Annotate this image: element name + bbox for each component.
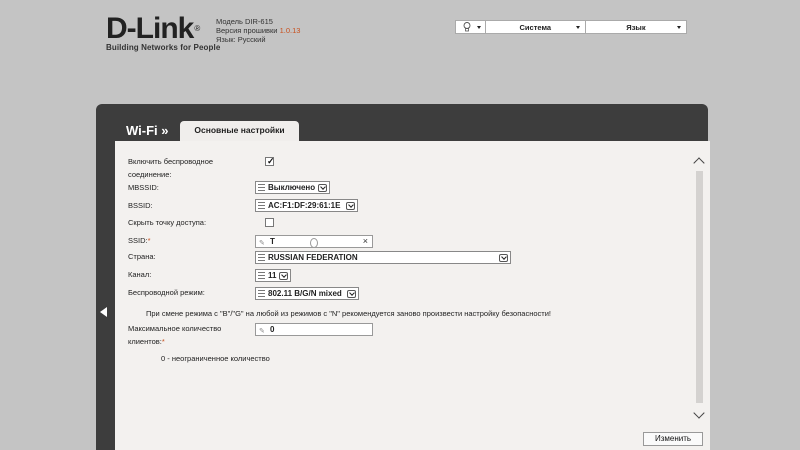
language-info: Язык: Русский <box>216 35 266 44</box>
lightbulb-icon <box>463 22 471 32</box>
list-icon <box>258 184 265 191</box>
change-button[interactable]: Изменить <box>643 432 703 446</box>
enable-wireless-label: Включить беспроводное соединение: <box>128 157 214 179</box>
mouse-cursor <box>310 238 318 248</box>
logo-text: D-Link <box>106 12 194 45</box>
list-icon <box>258 202 265 209</box>
back-arrow-icon[interactable] <box>100 307 107 317</box>
language-menu-label: Язык <box>626 22 646 32</box>
hide-ap-label: Скрыть точку доступа: <box>128 218 207 227</box>
hide-ap-checkbox[interactable] <box>265 218 274 227</box>
firmware-version: 1.0.13 <box>279 26 301 35</box>
country-select[interactable]: RUSSIAN FEDERATION <box>255 251 511 264</box>
pencil-icon: ✎ <box>259 240 265 247</box>
mbssid-label: MBSSID: <box>128 183 159 192</box>
wireless-mode-label: Беспроводной режим: <box>128 288 205 297</box>
firmware-label: Версия прошивки <box>216 26 278 35</box>
max-clients-hint: 0 - неограниченное количество <box>161 354 270 363</box>
checkmark-icon: ✓ <box>267 156 275 166</box>
device-info: Модель DIR-615 Версия прошивки 1.0.13 Яз… <box>216 17 300 44</box>
max-clients-input[interactable]: ✎ 0 <box>255 323 373 336</box>
list-icon <box>258 272 265 279</box>
chevron-down-icon <box>318 184 327 192</box>
channel-select[interactable]: 11 <box>255 269 291 282</box>
max-clients-label: Максимальное количество клиентов:* <box>128 324 222 346</box>
chevron-down-icon <box>347 290 356 298</box>
country-label: Страна: <box>128 252 156 261</box>
page-title: Wi-Fi » <box>126 123 169 138</box>
clear-icon[interactable]: × <box>363 236 368 247</box>
model-label: Модель DIR-615 <box>216 17 273 26</box>
notifications-menu[interactable] <box>456 21 486 33</box>
mode-warning-text: При смене режима с "B"/"G" на любой из р… <box>146 309 551 318</box>
language-menu[interactable]: Язык <box>586 21 686 33</box>
system-menu-label: Система <box>519 22 552 32</box>
top-menu-bar: Система Язык <box>455 20 687 34</box>
scroll-up-icon[interactable] <box>693 157 705 169</box>
chevron-down-icon <box>677 26 681 29</box>
channel-label: Канал: <box>128 270 152 279</box>
chevron-down-icon <box>575 26 580 29</box>
wireless-mode-select[interactable]: 802.11 B/G/N mixed <box>255 287 359 300</box>
chevron-down-icon <box>346 202 355 210</box>
chevron-down-icon <box>499 254 508 262</box>
bssid-select[interactable]: AC:F1:DF:29:61:1E <box>255 199 358 212</box>
list-icon <box>258 290 265 297</box>
ssid-label: SSID:* <box>128 236 151 245</box>
chevron-down-icon <box>476 26 481 29</box>
scrollbar[interactable] <box>693 153 706 425</box>
pencil-icon: ✎ <box>259 328 265 335</box>
enable-wireless-checkbox[interactable]: ✓ <box>265 156 275 166</box>
list-icon <box>258 254 265 261</box>
dlink-logo: D-Link® Building Networks for People <box>106 12 221 53</box>
tab-basic-settings[interactable]: Основные настройки <box>180 121 299 141</box>
bssid-label: BSSID: <box>128 201 153 210</box>
scroll-down-icon[interactable] <box>693 407 705 419</box>
scroll-track[interactable] <box>696 171 703 403</box>
mbssid-select[interactable]: Выключено <box>255 181 330 194</box>
logo-tagline: Building Networks for People <box>106 43 221 52</box>
system-menu[interactable]: Система <box>486 21 586 33</box>
chevron-down-icon <box>279 272 288 280</box>
